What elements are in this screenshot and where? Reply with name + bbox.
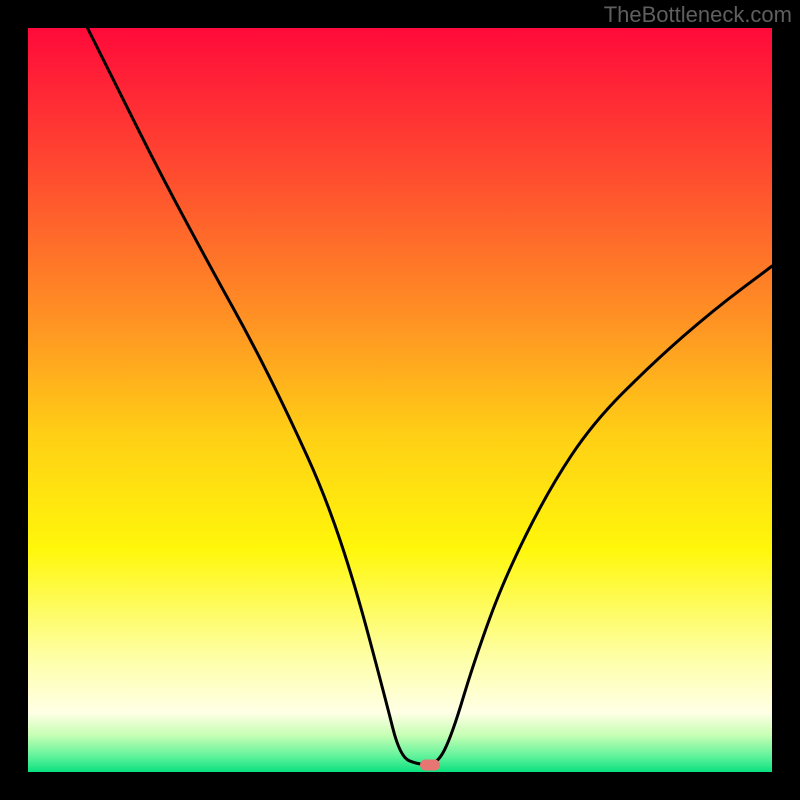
chart-container: TheBottleneck.com: [0, 0, 800, 800]
curve-layer: [28, 28, 772, 772]
watermark-text: TheBottleneck.com: [604, 2, 792, 28]
bottleneck-curve: [88, 28, 773, 765]
optimal-point-marker: [420, 759, 440, 770]
plot-area: [28, 28, 772, 772]
